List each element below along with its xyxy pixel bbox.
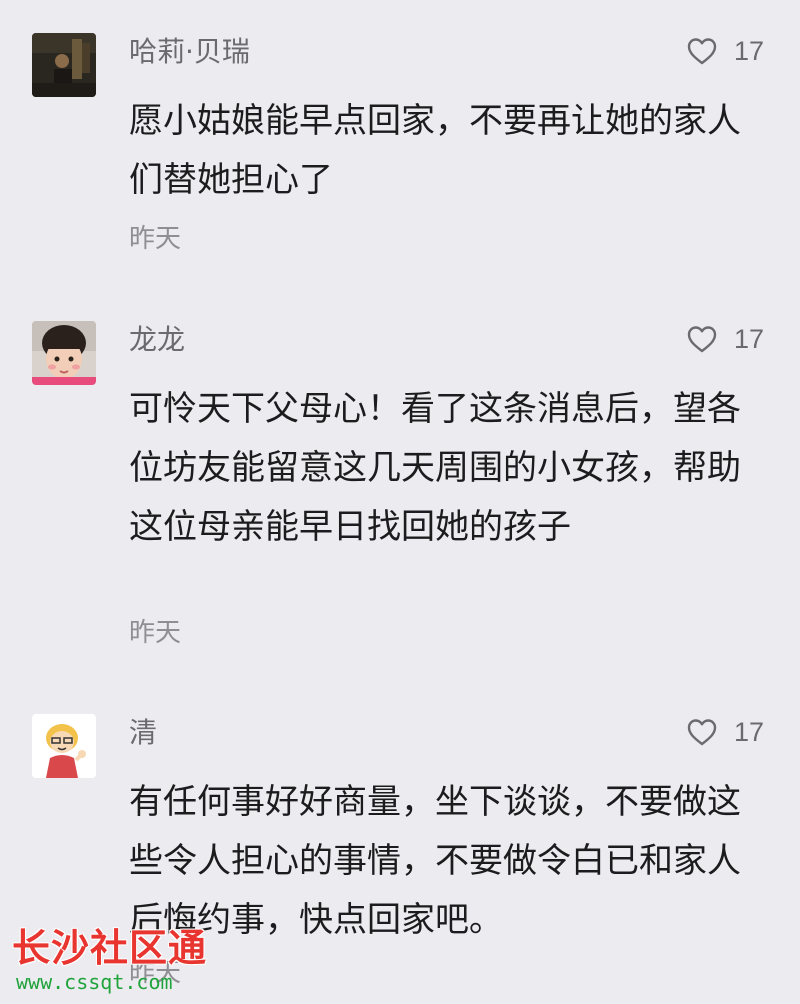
- comment-time: 昨天: [129, 618, 182, 648]
- comment-username[interactable]: 清: [129, 715, 157, 751]
- like-button[interactable]: 17: [686, 714, 764, 750]
- comment-time: 昨天: [129, 224, 182, 254]
- comment-text: 可怜天下父母心！看了这条消息后，望各位坊友能留意这几天周围的小女孩，帮助这位母亲…: [129, 389, 741, 547]
- like-count: 17: [733, 35, 764, 66]
- comment-username[interactable]: 哈莉·贝瑞: [129, 34, 250, 70]
- like-count: 17: [733, 716, 764, 747]
- like-button[interactable]: 17: [686, 33, 764, 69]
- heart-outline-icon: [687, 38, 717, 65]
- watermark-title: 长沙社区通: [12, 926, 208, 970]
- heart-outline-icon: [687, 719, 717, 746]
- avatar[interactable]: [32, 714, 96, 778]
- watermark-url: www.cssqt.com: [16, 970, 173, 994]
- comment-text: 有任何事好好商量，坐下谈谈，不要做这些令人担心的事情，不要做令白已和家人后悔约事…: [129, 782, 741, 940]
- comment-username[interactable]: 龙龙: [129, 322, 185, 358]
- like-button[interactable]: 17: [686, 321, 764, 357]
- avatar[interactable]: [32, 321, 96, 385]
- watermark: 长沙社区通 www.cssqt.com: [12, 927, 207, 995]
- like-count: 17: [733, 323, 764, 354]
- avatar[interactable]: [32, 33, 96, 97]
- heart-outline-icon: [687, 326, 717, 353]
- comment-text: 愿小姑娘能早点回家，不要再让她的家人们替她担心了: [129, 101, 741, 200]
